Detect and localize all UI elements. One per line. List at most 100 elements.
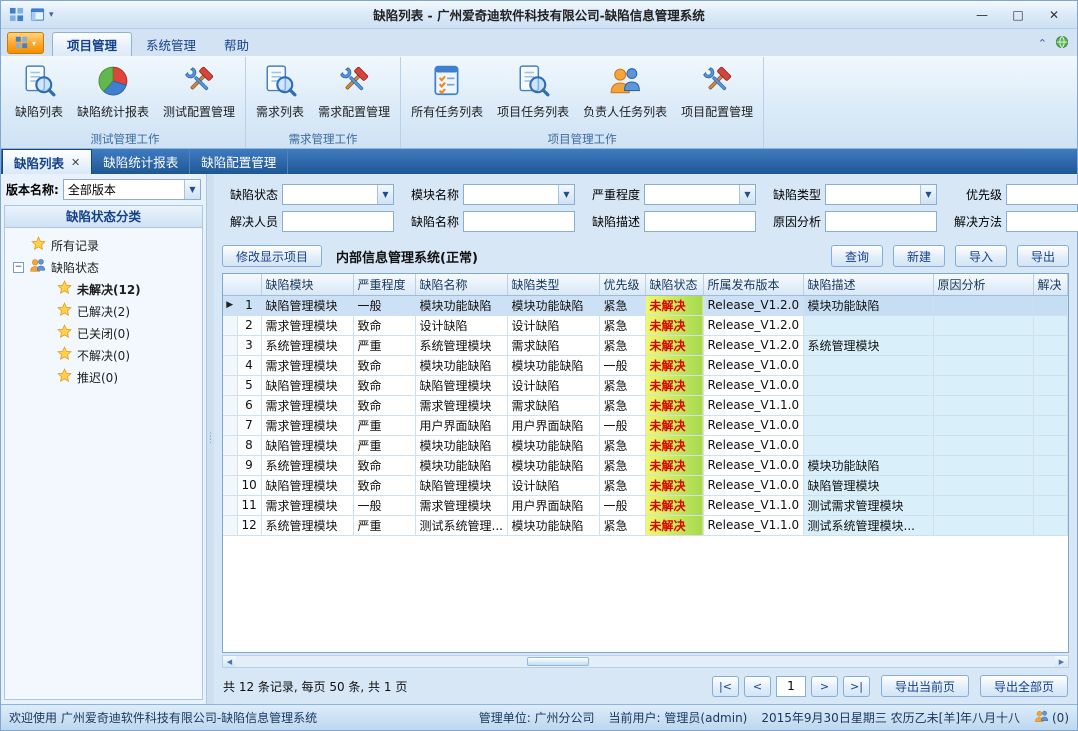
filter-text-input[interactable] xyxy=(464,212,574,231)
grid-cell[interactable] xyxy=(1033,375,1068,395)
grid-cell[interactable]: 缺陷管理模块 xyxy=(261,295,353,315)
grid-cell[interactable]: 设计缺陷 xyxy=(507,475,599,495)
grid-cell[interactable]: 缺陷管理模块 xyxy=(803,475,933,495)
filter-select[interactable]: ▼ xyxy=(282,184,394,205)
table-row[interactable]: 7需求管理模块严重用户界面缺陷用户界面缺陷一般未解决Release_V1.0.0 xyxy=(223,415,1068,435)
table-row[interactable]: ▶1缺陷管理模块一般模块功能缺陷模块功能缺陷紧急未解决Release_V1.2.… xyxy=(223,295,1068,315)
sidebar-splitter[interactable]: ⋮⋮ xyxy=(207,174,214,704)
grid-cell[interactable]: Release_V1.1.0 xyxy=(703,395,803,415)
grid-cell[interactable] xyxy=(1033,315,1068,335)
grid-cell[interactable] xyxy=(803,435,933,455)
collapse-ribbon-icon[interactable]: ⌃ xyxy=(1038,37,1047,50)
grid-cell[interactable]: 紧急 xyxy=(599,475,645,495)
grid-cell[interactable]: 紧急 xyxy=(599,455,645,475)
grid-cell[interactable] xyxy=(803,395,933,415)
horizontal-scrollbar[interactable]: ◀ ▶ xyxy=(222,655,1069,668)
filter-input[interactable] xyxy=(463,211,575,232)
grid-cell[interactable]: Release_V1.1.0 xyxy=(703,495,803,515)
export-all-pages-button[interactable]: 导出全部页 xyxy=(980,675,1068,697)
first-page-button[interactable]: |< xyxy=(712,676,739,697)
ribbon-button[interactable]: 负责人任务列表 xyxy=(576,59,674,122)
tree-expander-icon[interactable]: − xyxy=(13,262,24,273)
table-row[interactable]: 6需求管理模块致命需求管理模块需求缺陷紧急未解决Release_V1.1.0 xyxy=(223,395,1068,415)
grid-cell[interactable] xyxy=(933,435,1033,455)
grid-cell[interactable]: 模块功能缺陷 xyxy=(415,455,507,475)
grid-cell[interactable] xyxy=(1033,335,1068,355)
grid-cell[interactable]: 未解决 xyxy=(645,295,703,315)
table-row[interactable]: 4需求管理模块致命模块功能缺陷模块功能缺陷一般未解决Release_V1.0.0 xyxy=(223,355,1068,375)
grid-column-header[interactable]: 严重程度 xyxy=(353,274,415,295)
ribbon-tab[interactable]: 系统管理 xyxy=(132,32,210,56)
grid-column-header[interactable]: 缺陷模块 xyxy=(261,274,353,295)
filter-select[interactable]: ▼ xyxy=(463,184,575,205)
filter-text-input[interactable] xyxy=(1007,212,1078,231)
filter-select[interactable]: ▼ xyxy=(825,184,937,205)
grid-cell[interactable]: 需求缺陷 xyxy=(507,335,599,355)
filter-text-input[interactable] xyxy=(283,212,393,231)
grid-cell[interactable]: 系统管理模块 xyxy=(261,455,353,475)
grid-cell[interactable] xyxy=(1033,475,1068,495)
table-row[interactable]: 12系统管理模块严重测试系统管理...模块功能缺陷紧急未解决Release_V1… xyxy=(223,515,1068,535)
ribbon-button[interactable]: 缺陷列表 xyxy=(8,59,70,122)
grid-cell[interactable]: 系统管理模块 xyxy=(261,335,353,355)
ribbon-button[interactable]: 需求配置管理 xyxy=(311,59,397,122)
grid-cell[interactable]: Release_V1.0.0 xyxy=(703,435,803,455)
grid-cell[interactable]: 未解决 xyxy=(645,395,703,415)
new-button[interactable]: 新建 xyxy=(893,245,945,267)
filter-text-input[interactable] xyxy=(826,185,920,204)
grid-cell[interactable]: 一般 xyxy=(599,415,645,435)
filter-input[interactable] xyxy=(644,211,756,232)
quick-access-dropdown-icon[interactable]: ▾ xyxy=(49,10,54,20)
tree-node[interactable]: 不解决(0) xyxy=(7,344,200,366)
grid-cell[interactable] xyxy=(933,295,1033,315)
version-select[interactable]: 全部版本 ▼ xyxy=(63,179,201,200)
grid-cell[interactable]: Release_V1.2.0 xyxy=(703,335,803,355)
filter-input[interactable] xyxy=(282,211,394,232)
grid-cell[interactable] xyxy=(1033,355,1068,375)
grid-cell[interactable] xyxy=(933,395,1033,415)
grid-cell[interactable] xyxy=(933,455,1033,475)
dropdown-arrow-icon[interactable]: ▼ xyxy=(558,185,574,204)
grid-cell[interactable]: 系统管理模块 xyxy=(415,335,507,355)
ribbon-button[interactable]: 缺陷统计报表 xyxy=(70,59,156,122)
help-globe-icon[interactable] xyxy=(1055,34,1069,53)
filter-select[interactable]: ▼ xyxy=(1006,184,1078,205)
document-tab[interactable]: 缺陷列表✕ xyxy=(2,149,92,174)
grid-column-header[interactable]: 原因分析 xyxy=(933,274,1033,295)
grid-cell[interactable]: 致命 xyxy=(353,375,415,395)
grid-column-header[interactable]: 缺陷名称 xyxy=(415,274,507,295)
grid-cell[interactable]: 未解决 xyxy=(645,355,703,375)
table-row[interactable]: 3系统管理模块严重系统管理模块需求缺陷紧急未解决Release_V1.2.0系统… xyxy=(223,335,1068,355)
filter-text-input[interactable] xyxy=(826,212,936,231)
grid-cell[interactable] xyxy=(1033,515,1068,535)
grid-cell[interactable] xyxy=(1033,495,1068,515)
grid-cell[interactable]: 需求管理模块 xyxy=(261,495,353,515)
ribbon-button[interactable]: 项目配置管理 xyxy=(674,59,760,122)
grid-cell[interactable]: 一般 xyxy=(353,295,415,315)
grid-cell[interactable]: 未解决 xyxy=(645,515,703,535)
grid-cell[interactable]: 用户界面缺陷 xyxy=(507,495,599,515)
query-button[interactable]: 查询 xyxy=(831,245,883,267)
grid-cell[interactable]: 模块功能缺陷 xyxy=(803,455,933,475)
grid-cell[interactable]: 测试需求管理模块 xyxy=(803,495,933,515)
grid-cell[interactable]: Release_V1.0.0 xyxy=(703,475,803,495)
grid-cell[interactable]: 模块功能缺陷 xyxy=(415,435,507,455)
prev-page-button[interactable]: < xyxy=(744,676,771,697)
app-menu-button[interactable]: ▾ xyxy=(7,32,44,54)
grid-cell[interactable]: 紧急 xyxy=(599,335,645,355)
grid-column-header[interactable]: 缺陷类型 xyxy=(507,274,599,295)
close-tab-icon[interactable]: ✕ xyxy=(71,156,80,169)
filter-select[interactable]: ▼ xyxy=(644,184,756,205)
grid-cell[interactable]: Release_V1.2.0 xyxy=(703,315,803,335)
quick-access-toolbar-icon[interactable] xyxy=(28,6,46,24)
ribbon-tab[interactable]: 项目管理 xyxy=(52,32,132,56)
grid-cell[interactable]: 未解决 xyxy=(645,495,703,515)
grid-cell[interactable] xyxy=(1033,395,1068,415)
grid-cell[interactable]: 紧急 xyxy=(599,515,645,535)
grid-cell[interactable]: 未解决 xyxy=(645,415,703,435)
table-row[interactable]: 9系统管理模块致命模块功能缺陷模块功能缺陷紧急未解决Release_V1.0.0… xyxy=(223,455,1068,475)
grid-cell[interactable]: 需求管理模块 xyxy=(415,395,507,415)
grid-cell[interactable]: 需求管理模块 xyxy=(261,415,353,435)
grid-cell[interactable] xyxy=(803,415,933,435)
grid-cell[interactable]: 模块功能缺陷 xyxy=(803,295,933,315)
